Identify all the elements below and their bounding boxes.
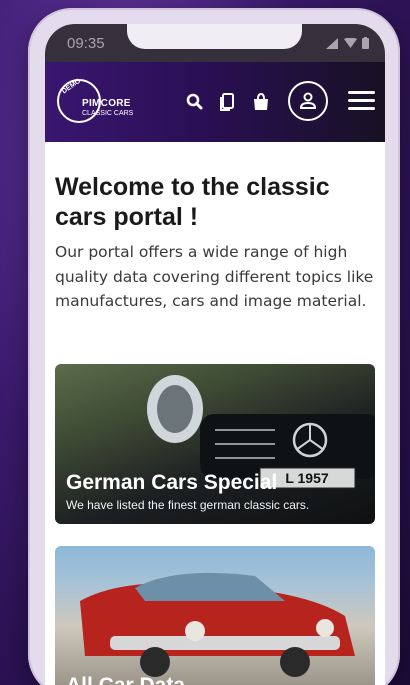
main-content: Welcome to the classic cars portal ! Our…: [55, 172, 375, 314]
status-time: 09:35: [67, 35, 105, 52]
battery-icon: [362, 37, 369, 49]
page-title: Welcome to the classic cars portal !: [55, 173, 330, 231]
card-title: German Cars Special: [66, 471, 278, 494]
wifi-icon: [344, 37, 357, 48]
menu-line: [348, 91, 375, 94]
status-icons: [326, 37, 369, 49]
user-icon: [299, 92, 317, 109]
menu-line: [348, 99, 375, 102]
card-title: All Car Data: [66, 674, 185, 685]
phone-screen: 09:35 DEMO PIMCORE CLASSIC CARS Welcome …: [45, 24, 385, 685]
pimcore-logo[interactable]: DEMO PIMCORE CLASSIC CARS: [57, 77, 139, 127]
logo-subtitle: CLASSIC CARS: [82, 110, 134, 117]
compare-icon[interactable]: [218, 92, 238, 112]
signal-icon: [326, 37, 338, 49]
page-intro: Our portal offers a wide range of high q…: [55, 243, 374, 310]
status-bar: 09:35: [45, 24, 385, 62]
app-header: DEMO PIMCORE CLASSIC CARS: [45, 62, 385, 142]
account-button[interactable]: [288, 81, 328, 121]
phone-notch: [127, 24, 302, 49]
logo-brand: PIMCORE: [82, 98, 131, 109]
hamburger-menu-button[interactable]: [348, 91, 375, 111]
red-car-image: [80, 572, 355, 677]
menu-line: [348, 107, 375, 110]
header-icons: [185, 92, 271, 112]
card-subtitle: We have listed the finest german classic…: [66, 498, 310, 512]
license-plate: L 1957: [285, 470, 329, 486]
all-car-data-card[interactable]: All Car Data: [55, 546, 375, 685]
shopping-bag-icon[interactable]: [251, 92, 271, 112]
search-icon[interactable]: [185, 92, 205, 112]
german-cars-card[interactable]: L 1957 German Cars Special We have liste…: [55, 364, 375, 524]
